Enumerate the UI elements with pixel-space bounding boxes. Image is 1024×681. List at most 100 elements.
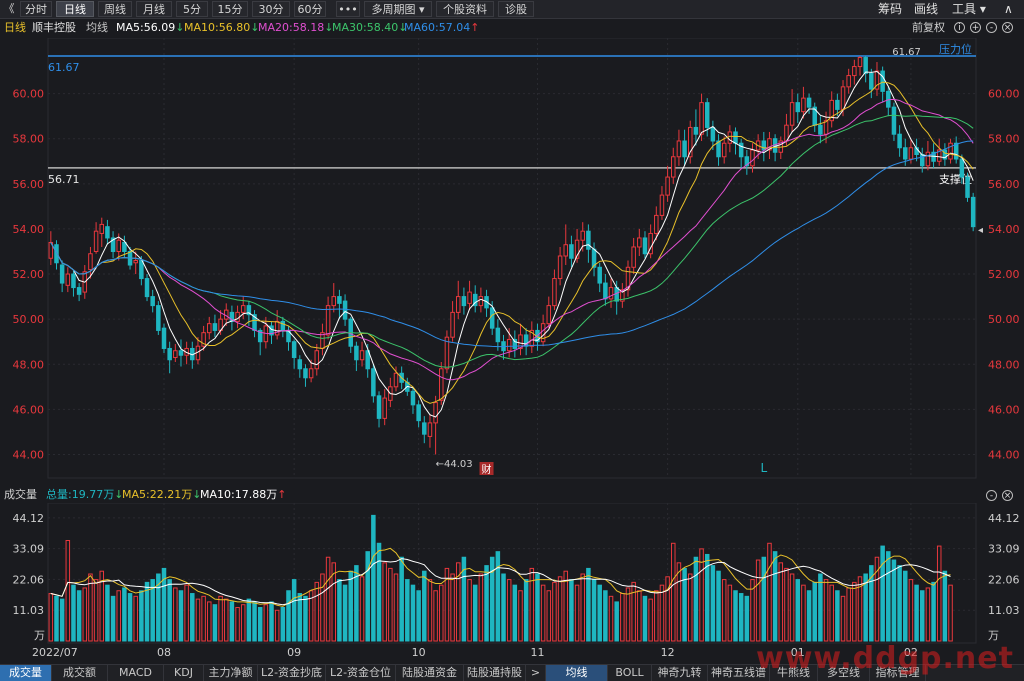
candle-body: [410, 390, 416, 406]
high-mark-label: 61.67: [892, 47, 921, 58]
volume-bar: [710, 565, 716, 642]
tools-dropdown[interactable]: 工具 ▾: [952, 1, 986, 17]
candle-body: [818, 124, 823, 135]
candle-body: [654, 214, 659, 234]
y-tick-left-0: 44.00: [13, 448, 45, 461]
candle-body: [144, 278, 150, 298]
event-mark-0: 财: [482, 463, 492, 476]
volume-bar: [122, 587, 127, 642]
collapse-icon[interactable]: ∧: [1004, 1, 1013, 17]
candle-body: [597, 266, 602, 284]
tab-period-0[interactable]: 分时: [20, 1, 52, 17]
multi-period-dropdown[interactable]: 多周期图 ▾: [364, 1, 432, 17]
bottom-tab-11[interactable]: BOLL: [608, 665, 652, 681]
volume-bar: [388, 567, 393, 642]
volume-bar: [852, 581, 857, 642]
info-icon[interactable]: i: [954, 22, 965, 33]
vol-tick-right-3: 44.12: [988, 512, 1020, 525]
chips-button[interactable]: 筹码: [878, 1, 902, 17]
volume-bar: [727, 584, 733, 642]
volume-bar: [110, 595, 116, 642]
candle-body: [342, 300, 348, 320]
more-button[interactable]: •••: [336, 1, 360, 17]
volume-bar: [767, 542, 772, 642]
volume-bar: [818, 573, 823, 642]
volume-bar: [948, 584, 953, 642]
drawing-button[interactable]: 画线: [914, 1, 938, 17]
volume-bar: [54, 595, 59, 642]
volume-bar: [342, 584, 348, 642]
candle-body: [563, 244, 569, 257]
candle-body: [857, 57, 863, 68]
volume-bar: [625, 587, 631, 642]
adjust-mode-button[interactable]: 前复权: [912, 19, 945, 37]
volume-bar: [733, 590, 738, 642]
y-tick-left-2: 48.00: [13, 358, 45, 371]
bottom-tab-6[interactable]: L2-资金仓位: [326, 665, 396, 681]
volume-bar: [761, 556, 767, 642]
candle-body: [240, 305, 246, 313]
candle-body: [139, 260, 144, 280]
bottom-tab-5[interactable]: L2-资金抄底: [258, 665, 326, 681]
candle-body: [806, 97, 812, 108]
stock-info-button[interactable]: 个股资料: [436, 1, 494, 17]
candle-body: [359, 350, 365, 361]
volume-bar: [903, 570, 908, 642]
candle-body: [699, 102, 704, 135]
ma-label[interactable]: 均线: [86, 19, 108, 37]
tab-period-4[interactable]: 5分: [176, 1, 208, 17]
volume-bar: [337, 579, 342, 642]
candle-body: [297, 359, 303, 370]
volume-bar: [501, 573, 506, 642]
y-tick-left-1: 46.00: [13, 403, 45, 416]
tab-period-6[interactable]: 30分: [252, 1, 290, 17]
back-icon[interactable]: 《: [0, 1, 18, 17]
tab-period-3[interactable]: 月线: [136, 1, 172, 17]
volume-info-row: 成交量 总量:19.77万↓ MA5:22.21万↓ MA10:17.88万↑ …: [0, 487, 1024, 503]
bottom-tab-10[interactable]: 均线: [546, 665, 608, 681]
tab-period-1[interactable]: 日线: [56, 1, 94, 17]
volume-bar: [569, 579, 574, 642]
volume-bar: [506, 579, 512, 642]
candlestick-chart[interactable]: 44.00 44.00 46.00 46.00 48.00 48.00 50.00 50.00…: [0, 38, 1024, 484]
tab-period-5[interactable]: 15分: [212, 1, 248, 17]
zoom-in-icon[interactable]: +: [970, 22, 981, 33]
volume-close-icon[interactable]: ×: [1002, 490, 1013, 501]
x-label-4: 11: [530, 646, 544, 659]
volume-bar: [738, 593, 744, 642]
volume-bar: [919, 590, 925, 642]
bottom-tab-3[interactable]: KDJ: [164, 665, 204, 681]
bottom-tab-0[interactable]: 成交量: [0, 665, 52, 681]
volume-bar: [897, 565, 902, 642]
bottom-tab-7[interactable]: 陆股通资金: [396, 665, 464, 681]
ma60-value: MA60:57.04↑: [404, 21, 480, 34]
tab-period-7[interactable]: 60分: [294, 1, 326, 17]
candle-body: [371, 368, 376, 397]
zoom-out-icon[interactable]: -: [986, 22, 997, 33]
bottom-tab-9[interactable]: >: [526, 665, 546, 681]
volume-bar: [59, 598, 65, 642]
candle-body: [71, 273, 76, 289]
bottom-tab-1[interactable]: 成交额: [52, 665, 108, 681]
volume-bar: [614, 601, 619, 642]
bottom-tab-8[interactable]: 陆股通持股: [464, 665, 526, 681]
tab-period-2[interactable]: 周线: [98, 1, 132, 17]
candle-body: [354, 345, 359, 361]
candle-body: [433, 402, 438, 424]
volume-bar: [297, 593, 303, 642]
volume-zoom-out-icon[interactable]: -: [986, 490, 997, 501]
candle-body: [676, 140, 682, 158]
volume-bar: [721, 579, 727, 642]
volume-chart[interactable]: 11.03 11.03 22.06 22.06 33.09 33.09 44.12 44.12…: [0, 503, 1024, 663]
bottom-tab-4[interactable]: 主力净额: [204, 665, 258, 681]
close-icon[interactable]: ×: [1002, 22, 1013, 33]
bottom-tab-12[interactable]: 神奇九转: [652, 665, 708, 681]
volume-bar: [795, 579, 801, 642]
volume-bar: [557, 576, 563, 642]
candle-body: [59, 264, 65, 284]
volume-bar: [269, 601, 274, 642]
bottom-tab-2[interactable]: MACD: [108, 665, 164, 681]
candle-body: [586, 230, 591, 250]
diagnosis-button[interactable]: 诊股: [498, 1, 534, 17]
candle-body: [467, 291, 472, 304]
